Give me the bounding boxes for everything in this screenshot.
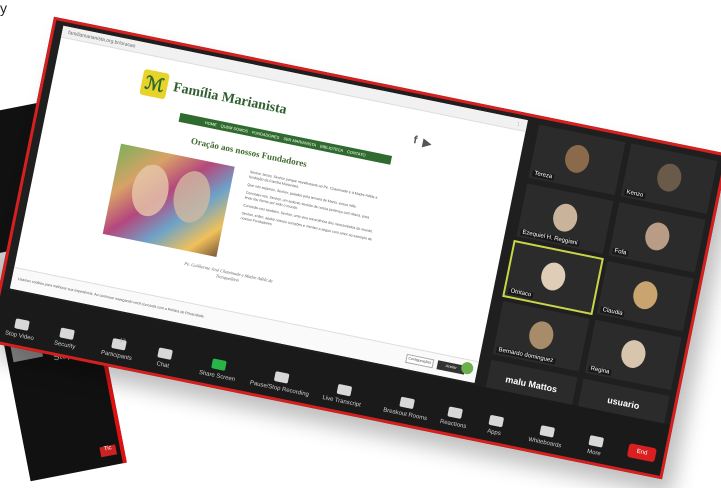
- breakout-rooms-label: Breakout Rooms: [382, 407, 428, 423]
- pause-recording-button[interactable]: Pause/Stop Recording: [249, 366, 312, 398]
- participant-name: Otritaco: [507, 287, 534, 299]
- whiteboards-label: Whiteboards: [527, 436, 562, 450]
- video-tile[interactable]: Fofa: [608, 202, 706, 273]
- url-text[interactable]: familiamarianista.org.br/oracao: [67, 30, 135, 50]
- left-badge: Tic: [99, 444, 118, 458]
- nav-biblioteca[interactable]: BIBLIOTECA: [320, 143, 344, 153]
- social-links: f ▶: [412, 134, 432, 150]
- video-tile[interactable]: Claudia: [596, 260, 694, 332]
- participant-name: Regina: [588, 365, 612, 376]
- apps-icon: [488, 414, 505, 428]
- painting-figure-right: [169, 167, 215, 226]
- youtube-icon[interactable]: ▶: [422, 136, 433, 150]
- share-screen-button[interactable]: Share Screen: [198, 356, 238, 383]
- video-tile[interactable]: Kenzo: [620, 143, 718, 214]
- participant-name: Kenzo: [623, 189, 646, 200]
- smile-plus-icon: [447, 406, 464, 420]
- apps-label: Apps: [486, 428, 502, 438]
- live-transcript-button[interactable]: Live Transcript: [321, 381, 364, 409]
- reactions-label: Reactions: [439, 418, 467, 431]
- share-arrow-icon: [211, 358, 228, 371]
- pause-recording-label: Pause/Stop Recording: [249, 380, 310, 399]
- participant-video: [526, 319, 556, 352]
- shield-icon: [59, 327, 75, 340]
- nav-fundadores[interactable]: FUNDADORES: [252, 130, 280, 140]
- video-tile[interactable]: Tereza: [528, 124, 626, 196]
- participant-video: [562, 142, 592, 176]
- participant-name-large: usuario: [606, 394, 641, 412]
- stop-video-label: Stop Video: [4, 330, 35, 343]
- more-label: More: [586, 448, 602, 458]
- family-logo-icon[interactable]: ℳ: [139, 68, 170, 100]
- participant-video: [550, 201, 580, 234]
- apps-button[interactable]: Apps: [486, 414, 505, 438]
- reactions-button[interactable]: Reactions: [439, 405, 469, 430]
- breakout-rooms-button[interactable]: Breakout Rooms: [382, 394, 431, 423]
- participant-name-large: malu Mattos: [504, 374, 559, 395]
- site-title[interactable]: Família Marianista: [172, 80, 288, 119]
- participant-video: [538, 260, 568, 293]
- painting-figure-left: [127, 161, 174, 220]
- prayer-text: Senhor Jesus, Senhor porque manifestaste…: [239, 170, 381, 251]
- participant-name: Fofa: [611, 247, 629, 257]
- video-tile[interactable]: Bernardo dominguez: [492, 301, 590, 372]
- live-transcript-label: Live Transcript: [321, 394, 362, 409]
- participant-video: [654, 161, 684, 194]
- facebook-icon[interactable]: f: [412, 134, 418, 147]
- participant-name: Claudia: [599, 306, 626, 318]
- cc-icon: [336, 383, 352, 397]
- end-meeting-button[interactable]: End: [626, 443, 658, 463]
- participant-video: [630, 279, 660, 312]
- chat-label: Chat: [155, 361, 170, 370]
- video-camera-icon: [13, 318, 30, 331]
- browser-menu-icon[interactable]: ⋮: [515, 121, 521, 128]
- url-bar[interactable]: familiamarianista.org.br/oracao ⋮: [60, 25, 528, 133]
- participants-button[interactable]: 17 Participants: [100, 336, 135, 362]
- handwritten-signature: Pe. Guilherme José Chaminade e Madre Adè…: [183, 260, 274, 284]
- chat-button[interactable]: Chat: [155, 347, 173, 370]
- share-screen-label: Share Screen: [198, 369, 236, 384]
- chat-bubble-icon: [157, 347, 173, 360]
- security-label: Security: [53, 340, 76, 351]
- whiteboard-icon: [539, 425, 555, 438]
- security-button[interactable]: Security: [53, 327, 78, 351]
- pause-stop-icon: [273, 371, 290, 384]
- more-button[interactable]: More: [586, 435, 605, 458]
- video-tile[interactable]: Ezequiel H. Reggiani: [516, 183, 614, 254]
- whiteboards-button[interactable]: Whiteboards: [528, 423, 565, 449]
- ellipsis-icon: [588, 435, 605, 448]
- nav-quem-somos[interactable]: QUEM SOMOS: [220, 123, 248, 133]
- video-tile[interactable]: Regina: [584, 319, 682, 391]
- nav-home[interactable]: HOME: [204, 120, 217, 127]
- video-tile-active-speaker[interactable]: Otritaco: [502, 239, 604, 316]
- founders-painting: [102, 143, 235, 257]
- nav-ser-marianista[interactable]: SER MARIANISTA: [283, 136, 317, 148]
- nav-contato[interactable]: CONTATO: [347, 149, 367, 158]
- participant-video: [642, 220, 672, 253]
- cookie-settings-button[interactable]: Configurações: [405, 353, 435, 369]
- grid-icon: [399, 396, 416, 410]
- participant-video: [618, 337, 648, 371]
- corner-text: y: [0, 0, 7, 16]
- stop-video-button[interactable]: Stop Video: [4, 317, 37, 342]
- participant-name: Tereza: [531, 170, 555, 181]
- participants-count: 17: [119, 337, 126, 345]
- participants-label: Participants: [100, 349, 133, 363]
